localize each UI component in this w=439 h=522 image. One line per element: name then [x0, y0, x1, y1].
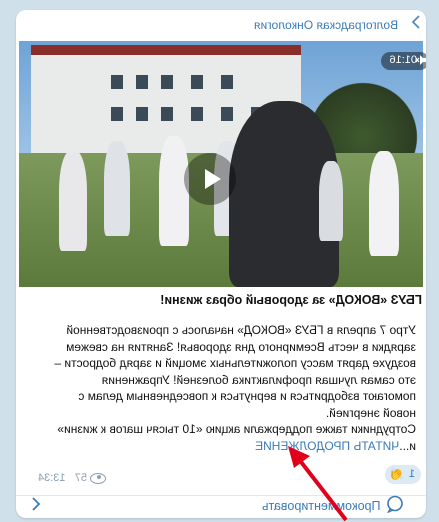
video-duration-badge: 01:16 — [381, 52, 426, 70]
post-line: новой энергией. — [325, 405, 416, 420]
post-line: зарядки в честь Всемирного дня здоровья!… — [66, 339, 416, 354]
post-line: помогают взбодриться и вернуться к повсе… — [78, 389, 416, 403]
post-line: Утро 7 апреля в ГБУЗ «ВОКОД» началось с … — [66, 323, 416, 337]
speaker-muted-icon — [416, 55, 426, 65]
reaction-count: 1 — [408, 468, 415, 480]
reaction-badge[interactable]: 1 👏 — [385, 465, 421, 484]
annotation-arrow-icon — [288, 446, 348, 522]
post-line-ellipsis: и... — [399, 438, 416, 453]
post-line: Сотрудники также поддержали акцию «10 ты… — [57, 422, 416, 436]
post-title: ГБУЗ «ВОКОД» за здоровый образ жизни! — [160, 293, 422, 307]
footer-divider — [16, 495, 426, 496]
eye-icon — [90, 472, 107, 484]
post-body: Утро 7 апреля в ГБУЗ «ВОКОД» началось с … — [30, 322, 416, 454]
video-duration: 01:16 — [389, 54, 417, 66]
channel-name[interactable]: Волгоградская Онкология — [254, 18, 398, 32]
comment-bubble-icon[interactable] — [386, 495, 404, 514]
post-line: это самая лучшая профилактика болезней! … — [101, 372, 416, 387]
chevron-right-icon[interactable] — [411, 14, 421, 30]
post-line: воздухе дарят массу положительных эмоций… — [54, 356, 416, 370]
play-icon[interactable] — [184, 153, 236, 205]
post-header: Волгоградская Онкология — [16, 10, 426, 38]
post-time: 13:34 — [38, 472, 66, 484]
post-meta: 57 13:34 — [38, 472, 107, 484]
clap-icon: 👏 — [389, 467, 404, 481]
video-preview[interactable] — [19, 41, 423, 287]
post-card: Волгоградская Онкология 01:16 ГБУЗ «ВОКО… — [16, 10, 426, 518]
chevron-icon[interactable] — [30, 495, 42, 513]
view-count: 57 — [74, 472, 87, 484]
